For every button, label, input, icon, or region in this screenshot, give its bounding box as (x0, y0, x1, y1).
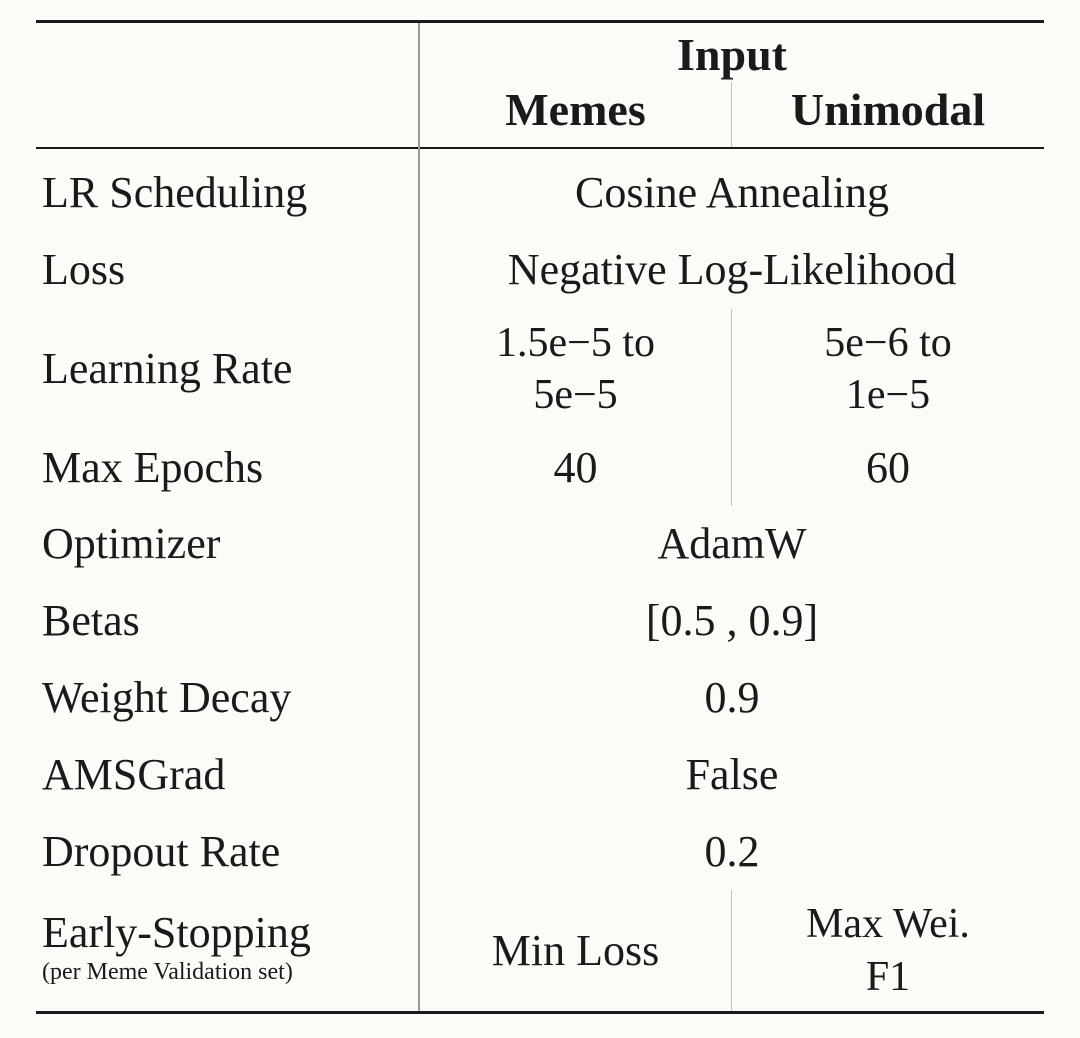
table-row: Weight Decay 0.9 (36, 660, 1044, 737)
value-max-epochs-unimodal: 60 (732, 430, 1045, 507)
table-row: Loss Negative Log-Likelihood (36, 232, 1044, 309)
label-optimizer: Optimizer (36, 506, 419, 583)
es-uni-line1: Max Wei. (806, 901, 970, 947)
label-learning-rate: Learning Rate (36, 309, 419, 430)
table-row: Max Epochs 40 60 (36, 430, 1044, 507)
es-uni-line2: F1 (866, 954, 910, 1000)
value-weight-decay: 0.9 (419, 660, 1044, 737)
label-early-stopping: Early-Stopping (per Meme Validation set) (36, 890, 419, 1013)
label-early-stopping-note: (per Meme Validation set) (42, 958, 408, 987)
value-betas: [0.5 , 0.9] (419, 583, 1044, 660)
value-loss: Negative Log-Likelihood (419, 232, 1044, 309)
lr-uni-line1: 5e−6 to (824, 320, 952, 366)
table-row: Dropout Rate 0.2 (36, 814, 1044, 891)
table-row: Betas [0.5 , 0.9] (36, 583, 1044, 660)
lr-memes-line1: 1.5e−5 to (496, 320, 655, 366)
header-input: Input (419, 22, 1044, 82)
value-early-stopping-memes: Min Loss (419, 890, 731, 1013)
label-max-epochs: Max Epochs (36, 430, 419, 507)
header-blank (36, 22, 419, 149)
value-optimizer: AdamW (419, 506, 1044, 583)
hyperparameter-table-container: Input Memes Unimodal LR Scheduling Cosin… (0, 0, 1080, 1038)
value-early-stopping-unimodal: Max Wei. F1 (732, 890, 1045, 1013)
label-early-stopping-main: Early-Stopping (42, 909, 408, 957)
header-unimodal: Unimodal (732, 82, 1045, 148)
label-weight-decay: Weight Decay (36, 660, 419, 737)
value-amsgrad: False (419, 737, 1044, 814)
label-amsgrad: AMSGrad (36, 737, 419, 814)
label-dropout-rate: Dropout Rate (36, 814, 419, 891)
value-learning-rate-unimodal: 5e−6 to 1e−5 (732, 309, 1045, 430)
value-dropout-rate: 0.2 (419, 814, 1044, 891)
header-memes: Memes (419, 82, 731, 148)
lr-memes-line2: 5e−5 (533, 372, 617, 418)
table-row: Learning Rate 1.5e−5 to 5e−5 5e−6 to 1e−… (36, 309, 1044, 430)
label-lr-scheduling: LR Scheduling (36, 148, 419, 232)
value-max-epochs-memes: 40 (419, 430, 731, 507)
label-loss: Loss (36, 232, 419, 309)
value-lr-scheduling: Cosine Annealing (419, 148, 1044, 232)
table-row: Early-Stopping (per Meme Validation set)… (36, 890, 1044, 1013)
value-learning-rate-memes: 1.5e−5 to 5e−5 (419, 309, 731, 430)
table-row: Optimizer AdamW (36, 506, 1044, 583)
hyperparameter-table: Input Memes Unimodal LR Scheduling Cosin… (36, 20, 1044, 1014)
table-row: AMSGrad False (36, 737, 1044, 814)
table-row: LR Scheduling Cosine Annealing (36, 148, 1044, 232)
label-betas: Betas (36, 583, 419, 660)
lr-uni-line2: 1e−5 (846, 372, 930, 418)
